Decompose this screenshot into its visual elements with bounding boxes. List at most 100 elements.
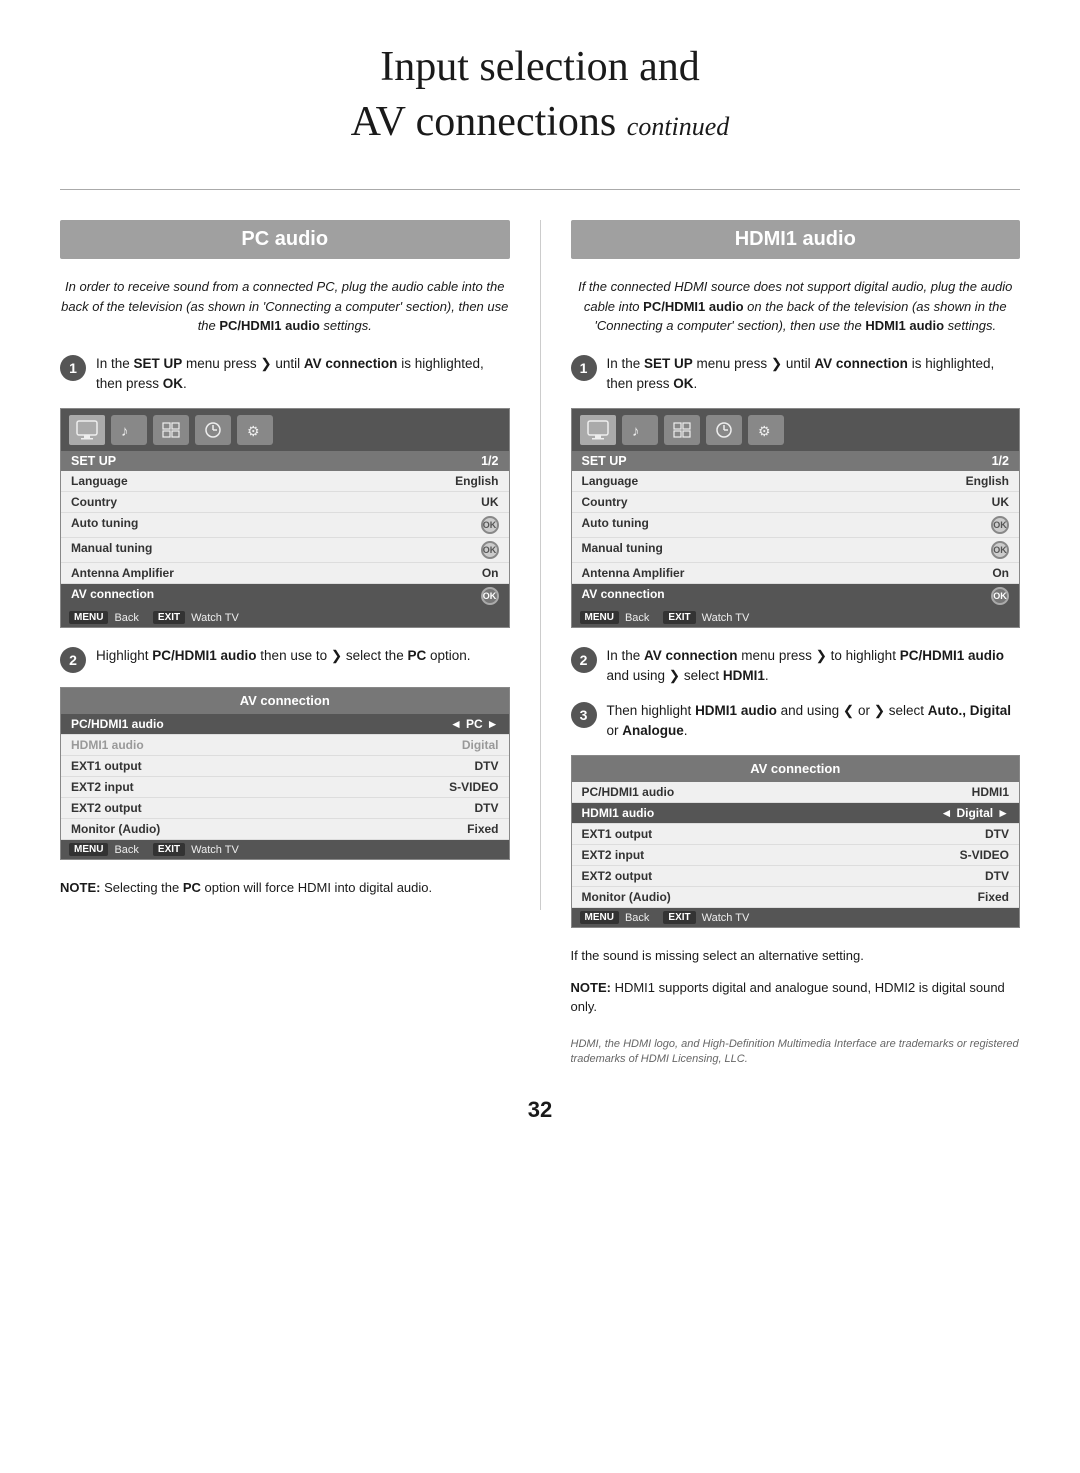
av-row-ext2in-r: EXT2 input S-VIDEO <box>572 845 1020 866</box>
svg-text:⚙: ⚙ <box>758 423 771 439</box>
menu-title-row-right: SET UP 1/2 <box>572 451 1020 471</box>
menu-row-avconn: AV connection OK <box>61 584 509 608</box>
hdmi1-intro: If the connected HDMI source does not su… <box>571 277 1021 336</box>
ok-icon-r2: OK <box>991 541 1009 559</box>
page-title-block: Input selection and AV connections conti… <box>60 40 1020 149</box>
title-line2: AV connections <box>351 99 617 145</box>
av-row-monitor-r: Monitor (Audio) Fixed <box>572 887 1020 908</box>
step1-text: In the SET UP menu press ❯ until AV conn… <box>96 354 510 395</box>
pc-note: NOTE: Selecting the PC option will force… <box>60 878 510 898</box>
hdmi1-audio-header: HDMI1 audio <box>571 220 1021 259</box>
menu-row-country-r: Country UK <box>572 492 1020 513</box>
menu-btn-right: MENU <box>580 611 619 624</box>
menu-icons-row: ♪ ⚙ <box>61 409 509 451</box>
menu-row-autotuning-r: Auto tuning OK <box>572 513 1020 538</box>
av-row-ext2out-r: EXT2 output DTV <box>572 866 1020 887</box>
exit-btn-left: EXIT <box>153 611 185 624</box>
menu-row-autotuning: Auto tuning OK <box>61 513 509 538</box>
setup-menu-right: ♪ ⚙ SET UP 1/2 <box>571 408 1021 628</box>
pc-step1: 1 In the SET UP menu press ❯ until AV co… <box>60 354 510 395</box>
footer-note: HDMI, the HDMI logo, and High-Definition… <box>571 1037 1021 1068</box>
ok-icon2: OK <box>481 541 499 559</box>
hdmi1-note1: If the sound is missing select an altern… <box>571 946 1021 966</box>
two-col-layout: PC audio In order to receive sound from … <box>60 220 1020 1067</box>
icon-wrench-r: ⚙ <box>748 415 784 445</box>
menu-title-row-left: SET UP 1/2 <box>61 451 509 471</box>
menu-row-country: Country UK <box>61 492 509 513</box>
menu-row-manualtuning-r: Manual tuning OK <box>572 538 1020 563</box>
exit-btn-right: EXIT <box>663 611 695 624</box>
step2-text: Highlight PC/HDMI1 audio then use to ❯ s… <box>96 646 471 666</box>
menu-rows-left: Language English Country UK Auto tuning … <box>61 471 509 608</box>
menu-title-left: SET UP <box>71 454 116 468</box>
page-number: 32 <box>60 1097 1020 1123</box>
ok-icon-r1: OK <box>991 516 1009 534</box>
svg-text:♪: ♪ <box>121 423 129 440</box>
hdmi1-step3: 3 Then highlight HDMI1 audio and using ❮… <box>571 701 1021 742</box>
pc-step2: 2 Highlight PC/HDMI1 audio then use to ❯… <box>60 646 510 673</box>
icon-music-r: ♪ <box>622 415 658 445</box>
exit-btn-av-left: EXIT <box>153 843 185 856</box>
icon-wrench: ⚙ <box>237 415 273 445</box>
hdmi1-step1-text: In the SET UP menu press ❯ until AV conn… <box>607 354 1021 395</box>
menu-rows-right: Language English Country UK Auto tuning … <box>572 471 1020 608</box>
menu-row-avconn-r: AV connection OK <box>572 584 1020 608</box>
av-row-pchdmi: PC/HDMI1 audio ◄ PC ► <box>61 714 509 735</box>
menu-row-lang-r: Language English <box>572 471 1020 492</box>
svg-text:⚙: ⚙ <box>247 423 260 439</box>
av-row-ext1out-r: EXT1 output DTV <box>572 824 1020 845</box>
col-right: HDMI1 audio If the connected HDMI source… <box>541 220 1021 1067</box>
hdmi1-step1-num: 1 <box>571 355 597 381</box>
icon-music: ♪ <box>111 415 147 445</box>
av-title-row-left: AV connection <box>61 688 509 714</box>
av-row-monitor: Monitor (Audio) Fixed <box>61 819 509 840</box>
hdmi1-step2: 2 In the AV connection menu press ❯ to h… <box>571 646 1021 687</box>
menu-icons-row-right: ♪ ⚙ <box>572 409 1020 451</box>
hdmi1-step2-text: In the AV connection menu press ❯ to hig… <box>607 646 1021 687</box>
av-footer-right: MENU Back EXIT Watch TV <box>572 908 1020 927</box>
av-footer-left: MENU Back EXIT Watch TV <box>61 840 509 859</box>
menu-page-right: 1/2 <box>992 454 1009 468</box>
menu-footer-right: MENU Back EXIT Watch TV <box>572 608 1020 627</box>
setup-menu-left: ♪ ⚙ SET UP 1/2 <box>60 408 510 628</box>
av-row-ext2in: EXT2 input S-VIDEO <box>61 777 509 798</box>
hdmi1-step2-num: 2 <box>571 647 597 673</box>
pc-audio-header: PC audio <box>60 220 510 259</box>
menu-row-manualtuning: Manual tuning OK <box>61 538 509 563</box>
icon-clock-r <box>706 415 742 445</box>
menu-row-antenna: Antenna Amplifier On <box>61 563 509 584</box>
av-row-hdmi1: HDMI1 audio Digital <box>61 735 509 756</box>
av-title-row-right: AV connection <box>572 756 1020 782</box>
title-continued: continued <box>627 112 730 141</box>
title-line1: Input selection and <box>380 44 700 90</box>
menu-btn-av-left: MENU <box>69 843 108 856</box>
av-row-hdmi1-r: HDMI1 audio ◄ Digital ► <box>572 803 1020 824</box>
hdmi1-note2: NOTE: HDMI1 supports digital and analogu… <box>571 978 1021 1017</box>
menu-row-language: Language English <box>61 471 509 492</box>
step1-num: 1 <box>60 355 86 381</box>
icon-clock <box>195 415 231 445</box>
hdmi1-step3-num: 3 <box>571 702 597 728</box>
menu-footer-left: MENU Back EXIT Watch TV <box>61 608 509 627</box>
menu-row-antenna-r: Antenna Amplifier On <box>572 563 1020 584</box>
page-container: Input selection and AV connections conti… <box>0 0 1080 1473</box>
col-left: PC audio In order to receive sound from … <box>60 220 541 910</box>
hdmi1-step1: 1 In the SET UP menu press ❯ until AV co… <box>571 354 1021 395</box>
exit-btn-av-right: EXIT <box>663 911 695 924</box>
menu-page-left: 1/2 <box>481 454 498 468</box>
icon-grid-r <box>664 415 700 445</box>
pc-intro: In order to receive sound from a connect… <box>60 277 510 336</box>
step2-num: 2 <box>60 647 86 673</box>
menu-btn-left: MENU <box>69 611 108 624</box>
svg-text:♪: ♪ <box>632 423 640 440</box>
icon-monitor-r <box>580 415 616 445</box>
menu-btn-av-right: MENU <box>580 911 619 924</box>
av-connection-right: AV connection PC/HDMI1 audio HDMI1 HDMI1… <box>571 755 1021 928</box>
ok-icon-r3: OK <box>991 587 1009 605</box>
menu-title-right: SET UP <box>582 454 627 468</box>
ok-icon3: OK <box>481 587 499 605</box>
av-row-pchdmi-r: PC/HDMI1 audio HDMI1 <box>572 782 1020 803</box>
av-connection-left: AV connection PC/HDMI1 audio ◄ PC ► HDMI… <box>60 687 510 860</box>
hdmi1-step3-text: Then highlight HDMI1 audio and using ❮ o… <box>607 701 1021 742</box>
icon-grid <box>153 415 189 445</box>
